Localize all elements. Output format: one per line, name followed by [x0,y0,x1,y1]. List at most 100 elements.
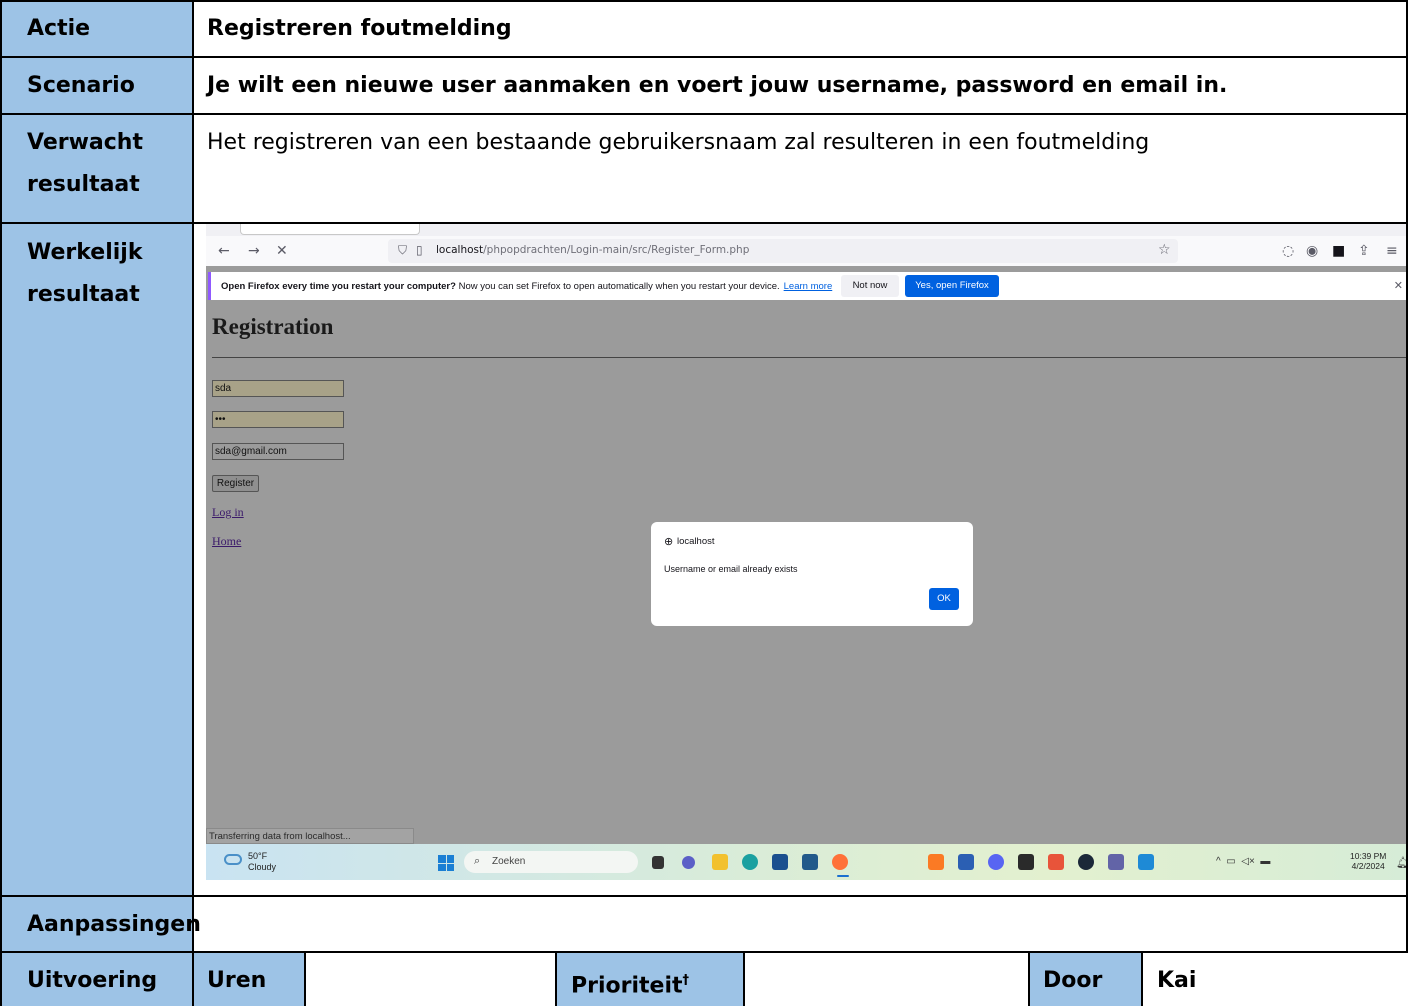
url-host: localhost [436,244,484,256]
col-divider-door-value [1141,952,1143,1006]
not-now-button[interactable]: Not now [841,275,899,297]
xampp-icon[interactable] [928,854,944,870]
menu-icon[interactable]: ≡ [1386,243,1398,259]
prioriteit-label-text: Prioriteit [571,973,683,999]
app2-icon[interactable] [1048,854,1064,870]
prioriteit-footnote-mark: † [682,973,690,988]
col-divider-main [192,0,194,1006]
uitvoering-label: Uitvoering [27,968,158,993]
firefox-notification-bar: Open Firefox every time you restart your… [208,272,1408,300]
dialog-host: localhost [677,536,715,547]
col-divider-door [1028,952,1030,1006]
actie-label: Actie [27,16,91,41]
task-view-icon[interactable] [652,856,664,869]
test-case-table: Actie Scenario Verwacht resultaat Werkel… [0,0,1408,1006]
temperature: 50°F [248,851,268,861]
actie-value: Registreren foutmelding [207,16,512,41]
login-link[interactable]: Log in [212,505,244,520]
epic-games-icon[interactable] [1018,854,1034,870]
clock-time: 10:39 PM [1350,851,1387,861]
weather-condition: Cloudy [248,862,277,872]
bookmark-star-icon[interactable]: ☆ [1158,242,1171,258]
username-input[interactable]: sda [212,380,344,397]
notification-bold: Open Firefox every time you restart your… [221,281,456,292]
search-placeholder: Zoeken [492,856,526,867]
taskbar-search[interactable]: ⌕ Zoeken [464,851,638,873]
row-divider-3 [0,222,1408,224]
page-title: Registration [212,314,334,339]
store-icon[interactable] [772,854,788,870]
table-border-top [0,0,1408,2]
dialog-message: Username or email already exists [664,564,798,574]
url-text: localhost/phpopdrachten/Login-main/src/R… [436,244,749,256]
notification-text: Open Firefox every time you restart your… [221,281,832,292]
row-divider-4 [0,895,1408,897]
col-divider-uren [304,952,306,1006]
forward-icon[interactable]: → [248,243,260,259]
status-bar: Transferring data from localhost... [206,828,414,844]
account-icon[interactable]: ◉ [1306,243,1318,259]
browser-toolbar: ← → ✕ ⛉ ▯ localhost/phpopdrachten/Login-… [206,236,1408,266]
divider [212,357,1408,358]
back-icon[interactable]: ← [218,243,230,259]
werkelijk-label-line2: resultaat [27,282,140,307]
door-value: Kai [1157,968,1197,993]
url-bar[interactable]: ⛉ ▯ localhost/phpopdrachten/Login-main/s… [388,239,1178,263]
clock[interactable]: 10:39 PM 4/2/2024 [1350,851,1386,871]
system-tray[interactable]: ^ ▭ ◁× ▬ [1216,856,1270,867]
werkelijk-label: Werkelijk resultaat [0,224,142,316]
app-icon[interactable] [802,854,818,870]
yes-open-firefox-button[interactable]: Yes, open Firefox [905,275,999,297]
door-label: Door [1043,968,1103,993]
col-divider-prioriteit-value [743,952,745,1006]
learn-more-link[interactable]: Learn more [784,281,833,292]
scenario-label: Scenario [27,73,135,98]
teams2-icon[interactable] [1108,854,1124,870]
extension-icon[interactable]: ■ [1332,243,1345,259]
windows-taskbar: 50°F Cloudy ⌕ Zoeken ^ ▭ ◁× ▬ 10:39 PM 4/2/… [206,844,1408,880]
scenario-value: Je wilt een nieuwe user aanmaken en voer… [207,73,1228,98]
verwacht-value: Het registreren van een bestaande gebrui… [207,130,1150,155]
share-icon[interactable]: ⇪ [1358,243,1370,259]
page-icon: ▯ [416,243,423,257]
row-divider-1 [0,56,1408,58]
verwacht-label: Verwacht resultaat [0,114,143,206]
home-link[interactable]: Home [212,534,241,549]
close-icon[interactable]: ✕ [1394,279,1403,292]
pocket-icon[interactable]: ◌ [1282,243,1294,259]
cloud-icon[interactable] [224,854,242,865]
register-button[interactable]: Register [212,475,259,492]
prioriteit-value [746,952,759,960]
verwacht-label-line2: resultaat [27,172,140,197]
table-border-left [0,0,2,1006]
shield-icon: ⛉ [398,243,408,257]
teams-icon[interactable] [682,856,695,869]
browser-screenshot: ← → ✕ ⛉ ▯ localhost/phpopdrachten/Login-… [206,224,1408,880]
password-input[interactable]: ••• [212,411,344,428]
ok-button[interactable]: OK [929,588,959,610]
word-icon[interactable] [958,854,974,870]
file-explorer-icon[interactable] [712,854,728,870]
verwacht-label-line1: Verwacht [27,130,143,155]
windows-start-icon[interactable] [438,855,454,871]
discord-icon[interactable] [988,854,1004,870]
prioriteit-label: Prioriteit† [558,952,689,1007]
uren-label: Uren [207,968,267,993]
steam-icon[interactable] [1078,854,1094,870]
aanpassingen-label: Aanpassingen [27,912,201,937]
vscode-icon[interactable] [1138,854,1154,870]
email-input[interactable]: sda@gmail.com [212,443,344,460]
firefox-icon[interactable] [832,854,848,870]
uren-value [306,952,319,960]
werkelijk-label-line1: Werkelijk [27,240,143,265]
notification-body: Now you can set Firefox to open automati… [458,281,780,292]
edge-icon[interactable] [742,854,758,870]
tab-strip [206,224,1408,236]
weather-widget[interactable]: 50°F Cloudy [248,851,276,873]
row-divider-5 [0,951,1408,953]
active-tab[interactable] [240,224,420,235]
col-divider-prioriteit [555,952,557,1006]
alert-dialog: ⊕ localhost Username or email already ex… [651,522,973,626]
stop-icon[interactable]: ✕ [276,243,288,259]
clock-date: 4/2/2024 [1351,861,1385,871]
